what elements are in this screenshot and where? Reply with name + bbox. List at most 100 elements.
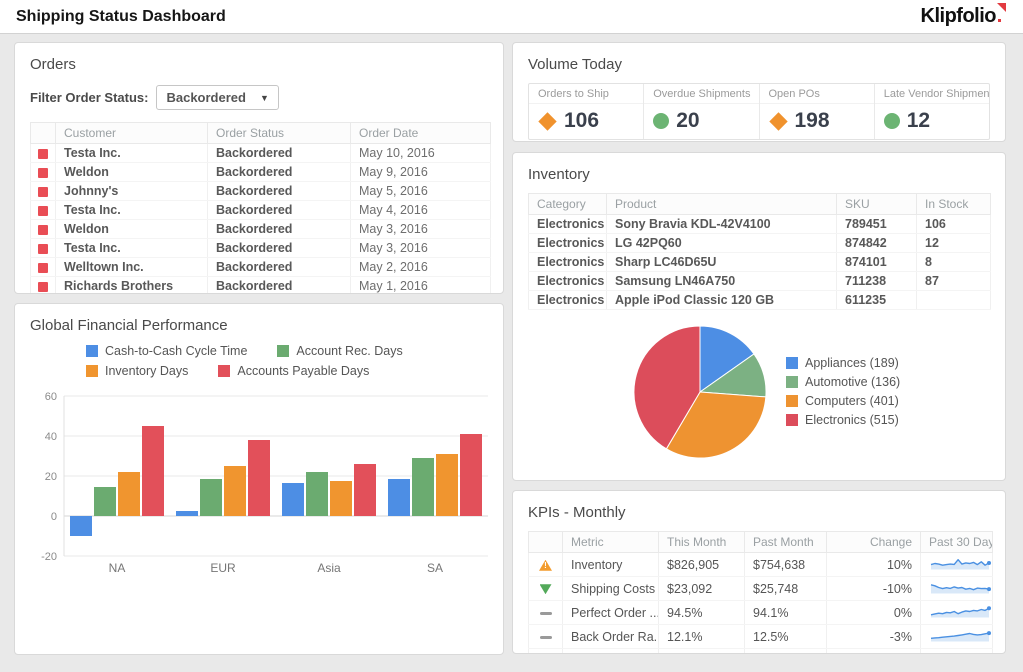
orders-col-icon: [31, 123, 56, 144]
logo-dot-icon: [998, 19, 1001, 22]
neutral-dash-icon: [540, 636, 552, 639]
legend-item: Inventory Days: [86, 364, 188, 378]
inventory-category: Electronics: [529, 272, 607, 291]
order-customer: Welltown Inc.: [56, 258, 208, 277]
inventory-product: LG 42PQ60: [607, 234, 837, 253]
order-status-icon-cell: [31, 201, 56, 220]
inventory-stock: 12: [917, 234, 991, 253]
kpi-past-month: $754,638: [745, 553, 827, 577]
inventory-product: Sony Bravia KDL-42V4100: [607, 215, 837, 234]
bar-Asia-4: [354, 464, 376, 516]
inventory-product: Samsung LN46A750: [607, 272, 837, 291]
order-row: WeldonBackorderedMay 3, 2016: [31, 220, 491, 239]
grouped-bar-chart: 6040200-20NAEURAsiaSA: [30, 384, 490, 584]
inventory-stock: [917, 291, 991, 310]
legend-label: Account Rec. Days: [296, 344, 402, 358]
legend-swatch-icon: [786, 395, 798, 407]
sparkline-chart: [929, 604, 991, 619]
volume-stat-open-pos: Open POs198: [759, 84, 874, 139]
inventory-col-product: Product: [607, 194, 837, 215]
order-status-icon-cell: [31, 220, 56, 239]
bar-Asia-1: [282, 483, 304, 516]
legend-item: Cash-to-Cash Cycle Time: [86, 344, 247, 358]
kpi-icon-cell: [529, 601, 563, 625]
kpi-icon-cell: [529, 625, 563, 649]
backordered-square-icon: [38, 168, 48, 178]
volume-stat-late-vendor-shipments: Late Vendor Shipments12: [874, 84, 989, 139]
order-status-dropdown[interactable]: Backordered ▼: [156, 85, 278, 110]
stat-value: 20: [676, 109, 699, 133]
warning-icon: !: [539, 560, 552, 571]
order-date: May 5, 2016: [351, 182, 491, 201]
stat-value: 198: [795, 109, 830, 133]
sparkline-chart: [929, 652, 991, 655]
backordered-square-icon: [38, 263, 48, 273]
kpi-icon-cell: [529, 649, 563, 655]
kpi-sparkline-cell: [921, 553, 993, 577]
kpi-change: 10%: [827, 553, 921, 577]
legend-item: Appliances (189): [786, 356, 900, 370]
orders-col-customer: Customer: [56, 123, 208, 144]
kpi-sparkline-cell: [921, 577, 993, 601]
order-row: Testa Inc.BackorderedMay 10, 2016: [31, 144, 491, 163]
kpi-this-month: $23,092: [659, 577, 745, 601]
kpis-col-change: Change: [827, 532, 921, 553]
order-row: Welltown Inc.BackorderedMay 2, 2016: [31, 258, 491, 277]
kpi-metric: Back Order Ra...: [563, 625, 659, 649]
chevron-down-icon: ▼: [260, 93, 269, 103]
down-arrow-icon: [540, 584, 552, 594]
kpi-metric: Perfect Order ...: [563, 601, 659, 625]
order-status: Backordered: [208, 277, 351, 295]
legend-item: Automotive (136): [786, 375, 900, 389]
order-date: May 2, 2016: [351, 258, 491, 277]
kpi-row: Shipping Costs$23,092$25,748-10%: [529, 577, 993, 601]
order-status-dropdown-value: Backordered: [166, 90, 245, 105]
kpi-metric: Shipping Costs: [563, 577, 659, 601]
svg-text:60: 60: [45, 391, 57, 403]
kpi-change: -10%: [827, 577, 921, 601]
order-row: Testa Inc.BackorderedMay 3, 2016: [31, 239, 491, 258]
volume-stat-grid: Orders to Ship106Overdue Shipments20Open…: [528, 83, 990, 140]
inventory-product: Sharp LC46D65U: [607, 253, 837, 272]
sparkline-chart: [929, 628, 991, 643]
kpi-sparkline-cell: [921, 625, 993, 649]
kpi-sparkline-cell: [921, 601, 993, 625]
kpis-table-body: !Inventory$826,905$754,63810%Shipping Co…: [529, 553, 993, 655]
kpis-col-this-month: This Month: [659, 532, 745, 553]
kpis-table: Metric This Month Past Month Change Past…: [528, 531, 993, 654]
svg-text:40: 40: [45, 431, 57, 443]
inventory-sku: 874101: [837, 253, 917, 272]
inventory-stock: 87: [917, 272, 991, 291]
kpi-this-month: 12.1%: [659, 625, 745, 649]
kpi-past-month: 12.5%: [745, 625, 827, 649]
bar-NA-3: [118, 472, 140, 516]
global-financial-performance-panel: Global Financial Performance Cash-to-Cas…: [14, 303, 504, 655]
bar-EUR-2: [200, 479, 222, 516]
order-status: Backordered: [208, 182, 351, 201]
backordered-square-icon: [38, 225, 48, 235]
inventory-col-category: Category: [529, 194, 607, 215]
kpi-row: !Inventory$826,905$754,63810%: [529, 553, 993, 577]
bar-NA-1: [70, 516, 92, 536]
bar-EUR-3: [224, 466, 246, 516]
legend-label: Appliances (189): [805, 356, 899, 370]
pie-legend: Appliances (189)Automotive (136)Computer…: [786, 356, 900, 432]
order-date: May 9, 2016: [351, 163, 491, 182]
legend-label: Automotive (136): [805, 375, 900, 389]
stat-value: 106: [564, 109, 599, 133]
x-axis-label: NA: [109, 561, 126, 575]
order-status-icon-cell: [31, 144, 56, 163]
legend-swatch-icon: [86, 365, 98, 377]
orders-table: Customer Order Status Order Date Testa I…: [30, 122, 491, 294]
orders-panel-title: Orders: [30, 56, 488, 73]
svg-text:20: 20: [45, 471, 57, 483]
sparkline-chart: [929, 580, 991, 595]
neutral-dash-icon: [540, 612, 552, 615]
inventory-product: Apple iPod Classic 120 GB: [607, 291, 837, 310]
volume-today-panel: Volume Today Orders to Ship106Overdue Sh…: [512, 42, 1006, 142]
backordered-square-icon: [38, 206, 48, 216]
inventory-category: Electronics: [529, 253, 607, 272]
circle-status-icon: [653, 113, 669, 129]
bar-Asia-3: [330, 481, 352, 516]
inventory-stock: 8: [917, 253, 991, 272]
